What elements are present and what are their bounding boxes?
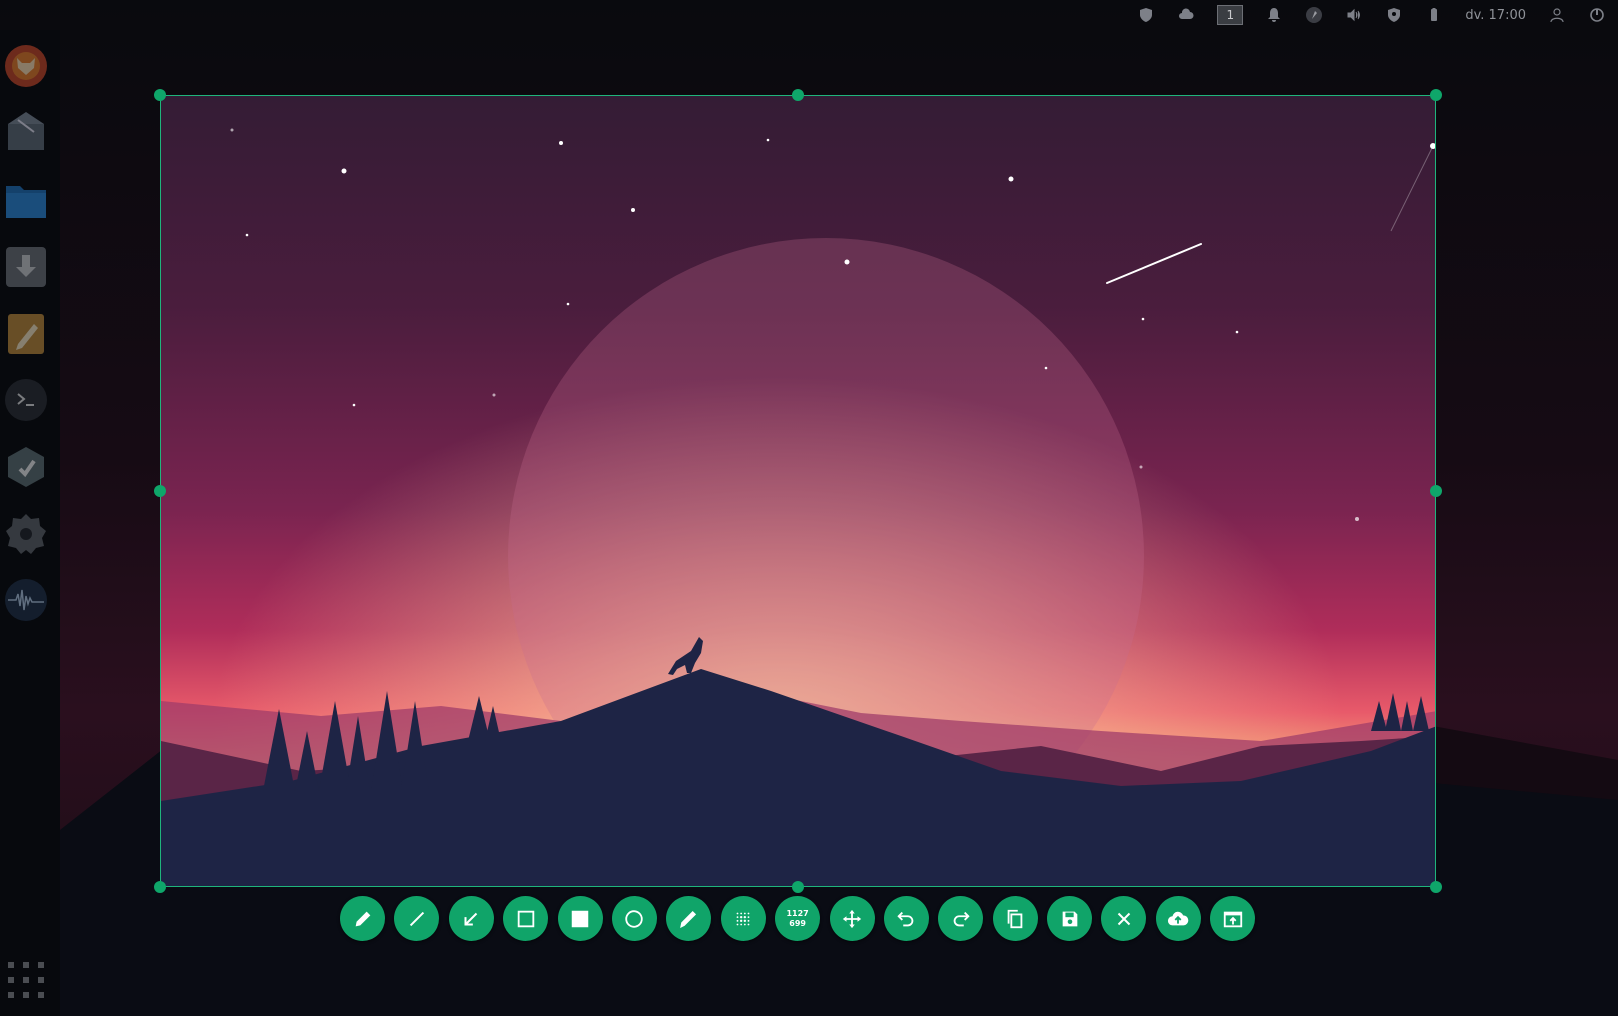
selected-wallpaper-area [161, 96, 1435, 886]
cloud-icon[interactable] [1177, 6, 1195, 24]
close-icon [1117, 912, 1131, 925]
text-editor-icon[interactable] [4, 312, 48, 356]
top-panel: 1 dv. 17:00 [0, 0, 1618, 30]
copy-icon [1007, 909, 1023, 928]
mail-icon[interactable] [4, 112, 48, 156]
bell-icon[interactable] [1265, 6, 1283, 24]
filled-rectangle-icon [571, 910, 589, 927]
rectangle-icon [517, 910, 534, 927]
marker-tool-button[interactable] [666, 896, 712, 941]
selection-size-label: 1127 699 [786, 909, 808, 929]
resize-handle-bottom-right[interactable] [1430, 881, 1442, 893]
filled-rectangle-tool-button[interactable] [557, 896, 603, 941]
folder-icon[interactable] [4, 178, 48, 222]
settings-icon[interactable] [4, 512, 48, 556]
line-icon [409, 911, 425, 926]
move-tool-button[interactable] [829, 896, 875, 941]
resize-handle-bottom[interactable] [792, 881, 804, 893]
capture-selection[interactable] [160, 95, 1436, 887]
open-with-button[interactable] [1210, 896, 1256, 941]
save-icon [1062, 911, 1077, 926]
terminal-icon[interactable] [4, 378, 48, 422]
clock[interactable]: dv. 17:00 [1465, 8, 1526, 23]
circle-icon [625, 909, 644, 928]
resize-handle-top[interactable] [792, 89, 804, 101]
resize-handle-top-left[interactable] [154, 89, 166, 101]
dock [0, 30, 60, 1016]
resize-handle-left[interactable] [154, 485, 166, 497]
selection-height: 699 [789, 918, 806, 928]
move-icon [842, 909, 862, 928]
volume-icon[interactable] [1345, 6, 1363, 24]
avatar-icon[interactable] [1305, 6, 1323, 24]
undo-button[interactable] [883, 896, 929, 941]
resize-handle-top-right[interactable] [1430, 89, 1442, 101]
workspace-indicator[interactable]: 1 [1217, 5, 1244, 25]
undo-icon [897, 911, 914, 926]
open-with-icon [1223, 911, 1242, 927]
save-button[interactable] [1047, 896, 1093, 941]
upload-button[interactable] [1155, 896, 1201, 941]
arrow-tool-button[interactable] [448, 896, 494, 941]
pixelate-icon [736, 912, 750, 925]
circle-tool-button[interactable] [611, 896, 657, 941]
user-icon[interactable] [1548, 6, 1566, 24]
redo-icon [953, 911, 970, 926]
apps-grid-icon[interactable] [6, 960, 46, 1000]
firefox-icon[interactable] [4, 44, 48, 88]
copy-button[interactable] [992, 896, 1038, 941]
capture-toolbar: 1127 699 [340, 896, 1256, 942]
rectangle-tool-button[interactable] [503, 896, 549, 941]
vpn-shield-icon[interactable] [1385, 6, 1403, 24]
software-center-icon[interactable] [4, 445, 48, 489]
selection-width: 1127 [786, 908, 809, 918]
close-button[interactable] [1101, 896, 1147, 941]
pixelate-tool-button[interactable] [720, 896, 766, 941]
line-tool-button[interactable] [394, 896, 440, 941]
resize-handle-bottom-left[interactable] [154, 881, 166, 893]
arrow-icon [464, 912, 478, 926]
upload-icon [1168, 911, 1189, 925]
audio-wave-icon[interactable] [4, 578, 48, 622]
power-icon[interactable] [1588, 6, 1606, 24]
shield-check-icon[interactable] [1137, 6, 1155, 24]
download-icon[interactable] [4, 245, 48, 289]
pencil-tool-button[interactable] [340, 896, 385, 941]
resize-handle-right[interactable] [1430, 485, 1442, 497]
redo-button[interactable] [938, 896, 984, 941]
pencil-icon [355, 911, 370, 926]
battery-icon[interactable] [1425, 6, 1443, 24]
marker-icon [679, 910, 696, 928]
selection-size-button[interactable]: 1127 699 [775, 896, 821, 941]
